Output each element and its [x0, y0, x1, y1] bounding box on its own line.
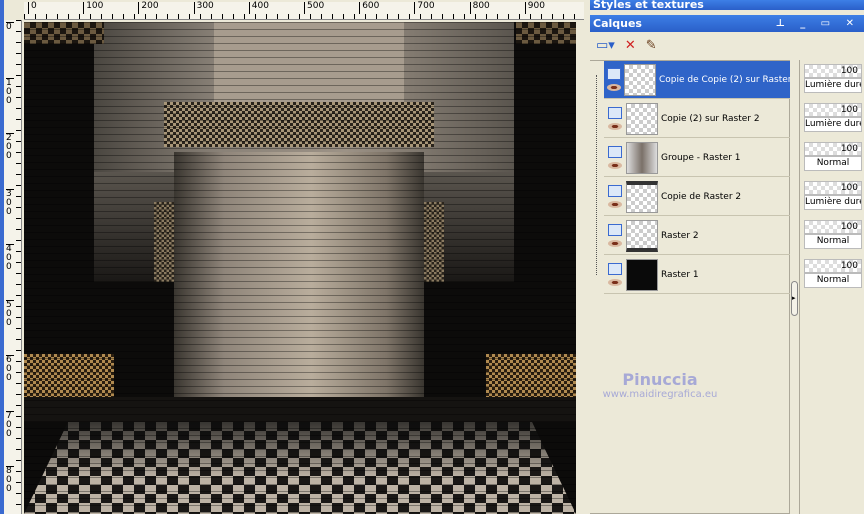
- ruler-label: 400: [248, 2, 269, 14]
- layer-name: Copie de Raster 2: [661, 191, 742, 202]
- ruler-label: 0: [28, 2, 37, 14]
- layer-row[interactable]: Copie de Copie (2) sur Raster 2: [604, 61, 790, 99]
- edit-selection-icon[interactable]: ✎: [646, 38, 657, 53]
- layer-row[interactable]: Raster 1: [604, 256, 790, 294]
- opacity-slider[interactable]: 100: [804, 181, 862, 195]
- image-workspace: 0 100 200 300 400 500 600 700 800 900 0 100 200 300 4…: [0, 0, 586, 514]
- layer-thumbnail: [626, 258, 658, 291]
- opacity-slider[interactable]: 100: [804, 64, 862, 78]
- opacity-slider[interactable]: 100: [804, 142, 862, 156]
- blend-mode-select[interactable]: Normal: [804, 234, 862, 249]
- ruler-label: 300: [193, 2, 214, 14]
- ruler-label: 700: [414, 2, 435, 14]
- eye-icon[interactable]: [608, 279, 622, 286]
- layer-name: Raster 2: [661, 230, 699, 241]
- vertical-ruler: 0 100 200 300 400 500 600 700 800: [4, 20, 22, 514]
- layers-panel: Styles et textures Calques ⊥ _ ▭ ✕ ▭▾ ✕ …: [590, 0, 864, 514]
- eye-icon[interactable]: [608, 123, 622, 130]
- ruler-label: 600: [359, 2, 379, 14]
- ruler-label: 500: [304, 2, 324, 14]
- layer-name: Groupe - Raster 1: [661, 152, 741, 163]
- ruler-label: 800: [6, 466, 14, 494]
- ruler-label: 100: [6, 77, 14, 106]
- ruler-label: 300: [6, 188, 14, 217]
- styles-textures-titlebar[interactable]: Styles et textures: [590, 0, 864, 10]
- layer-icon: [607, 68, 621, 80]
- ruler-label: 0: [6, 22, 14, 32]
- window-controls[interactable]: ⊥ _ ▭ ✕: [776, 15, 860, 32]
- tree-line: [596, 75, 597, 275]
- blend-mode-select[interactable]: Lumière dure: [804, 195, 862, 210]
- ruler-label: 400: [6, 244, 14, 272]
- opacity-slider[interactable]: 100: [804, 103, 862, 117]
- opacity-slider[interactable]: 100: [804, 259, 862, 273]
- ruler-label: 900: [524, 2, 545, 14]
- eye-icon[interactable]: [607, 84, 621, 91]
- layer-thumbnail: [626, 102, 658, 135]
- layer-icon: [608, 263, 622, 275]
- layers-titlebar[interactable]: Calques ⊥ _ ▭ ✕: [590, 15, 864, 32]
- layer-name: Copie (2) sur Raster 2: [661, 113, 760, 124]
- eye-icon[interactable]: [608, 201, 622, 208]
- ruler-label: 500: [6, 299, 14, 328]
- layer-thumbnail: [626, 219, 658, 252]
- delete-layer-icon[interactable]: ✕: [625, 38, 636, 53]
- blend-mode-select[interactable]: Lumière dure: [804, 78, 862, 93]
- layer-thumbnail: [626, 180, 658, 213]
- watermark-name: Pinuccia: [622, 370, 698, 389]
- layer-row[interactable]: Copie de Raster 2: [604, 178, 790, 216]
- layer-icon: [608, 224, 622, 236]
- layer-list: Copie de Copie (2) sur Raster 2 Copie (2…: [590, 60, 798, 514]
- blend-mode-select[interactable]: Lumière dure: [804, 117, 862, 132]
- layer-name: Copie de Copie (2) sur Raster 2: [659, 74, 790, 85]
- watermark-url: www.maidiregrafica.eu: [602, 389, 718, 400]
- layers-title: Calques: [593, 17, 642, 30]
- ruler-label: 200: [6, 133, 14, 161]
- horizontal-ruler: 0 100 200 300 400 500 600 700 800 900: [24, 2, 584, 20]
- watermark: Pinuccia www.maidiregrafica.eu: [590, 370, 730, 400]
- eye-icon[interactable]: [608, 240, 622, 247]
- ruler-ticks: [16, 20, 21, 514]
- opacity-slider[interactable]: 100: [804, 220, 862, 234]
- layer-thumbnail: [624, 63, 656, 96]
- layer-icon: [608, 146, 622, 158]
- ruler-label: 700: [6, 410, 14, 439]
- blend-mode-select[interactable]: Normal: [804, 156, 862, 171]
- layers-toolbar: ▭▾ ✕ ✎: [590, 32, 864, 58]
- styles-title: Styles et textures: [593, 0, 704, 10]
- new-layer-icon[interactable]: ▭▾: [596, 38, 615, 53]
- layer-row[interactable]: Groupe - Raster 1: [604, 139, 790, 177]
- app-window: 0 100 200 300 400 500 600 700 800 900 0 100 200 300 4…: [0, 0, 864, 514]
- ruler-label: 100: [83, 2, 103, 14]
- ruler-label: 600: [6, 355, 14, 383]
- layer-icon: [608, 185, 622, 197]
- ruler-label: 200: [138, 2, 159, 14]
- ruler-ticks: [24, 14, 584, 19]
- ruler-label: 800: [469, 2, 490, 14]
- blend-mode-select[interactable]: Normal: [804, 273, 862, 288]
- layer-properties: 100 Lumière dure 100 Lumière dure 100 Norma…: [799, 60, 864, 514]
- art-stripes: [24, 22, 576, 514]
- layer-thumbnail: [626, 141, 658, 174]
- layer-name: Raster 1: [661, 269, 699, 280]
- panel-splitter-handle[interactable]: ▸: [791, 281, 798, 316]
- image-canvas[interactable]: [24, 22, 576, 514]
- layer-row[interactable]: Copie (2) sur Raster 2: [604, 100, 790, 138]
- layer-icon: [608, 107, 622, 119]
- layer-row[interactable]: Raster 2: [604, 217, 790, 255]
- eye-icon[interactable]: [608, 162, 622, 169]
